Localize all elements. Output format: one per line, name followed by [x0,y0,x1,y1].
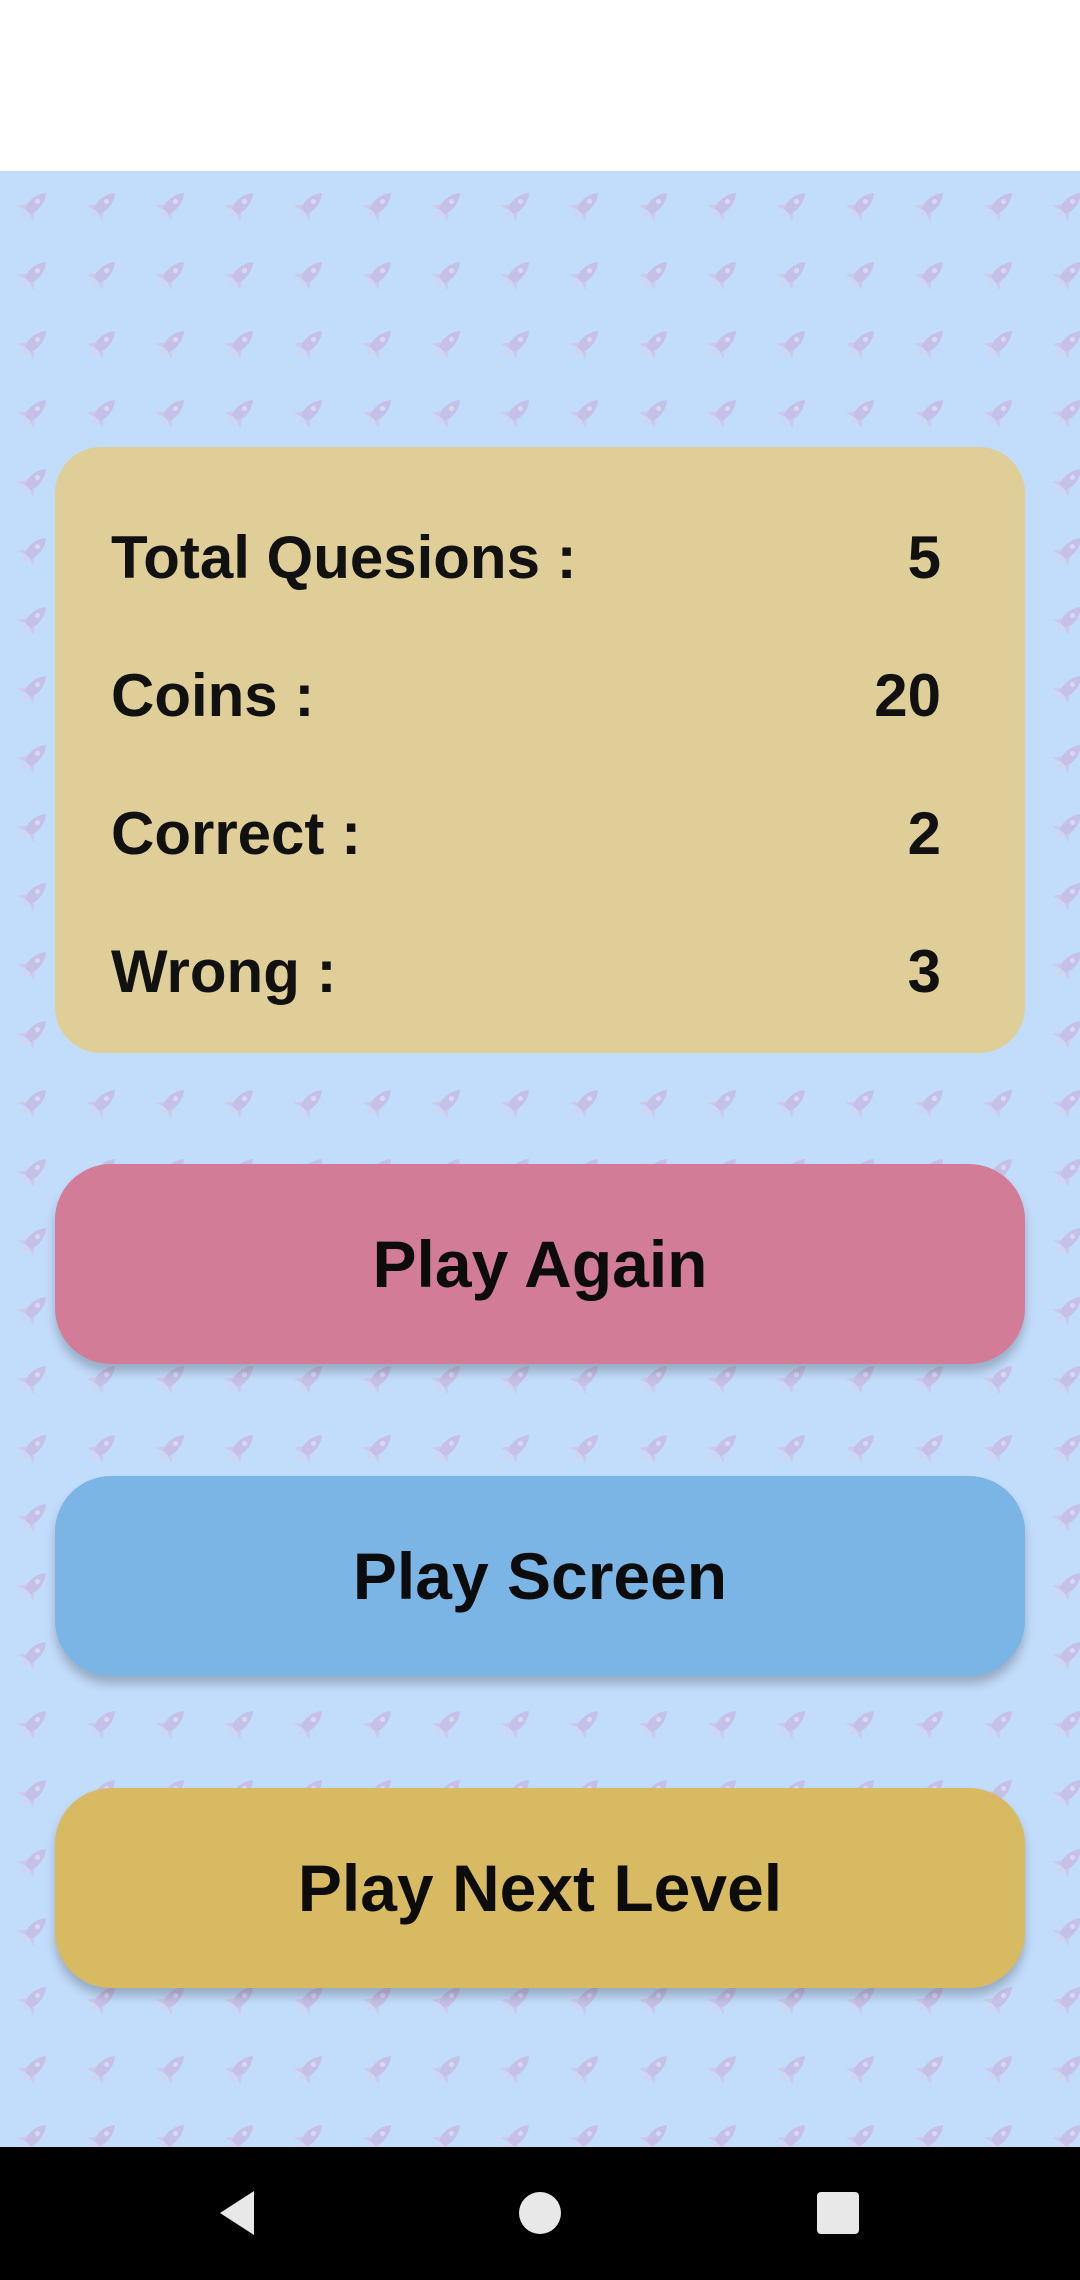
stats-card: Total Quesions : 5 Coins : 20 Correct : … [55,447,1025,1053]
status-bar [0,0,1080,171]
stat-label-correct: Correct : [111,799,362,867]
stat-value-coins: 20 [874,661,941,729]
stat-row-coins: Coins : 20 [111,655,941,735]
play-next-level-button[interactable]: Play Next Level [55,1788,1025,1988]
play-again-button[interactable]: Play Again [55,1164,1025,1364]
stat-value-total-questions: 5 [907,523,941,591]
navigation-bar [0,2147,1080,2280]
results-screen: Total Quesions : 5 Coins : 20 Correct : … [0,0,1080,2280]
stat-row-wrong: Wrong : 3 [111,931,941,1011]
stat-label-wrong: Wrong : [111,937,337,1005]
back-triangle-icon [220,2191,254,2235]
recents-square-icon [817,2192,859,2234]
nav-home-button[interactable] [490,2163,590,2263]
stat-value-wrong: 3 [907,937,941,1005]
nav-recents-button[interactable] [788,2163,888,2263]
play-screen-button[interactable]: Play Screen [55,1476,1025,1676]
stat-value-correct: 2 [907,799,941,867]
stat-label-total-questions: Total Quesions : [111,523,577,591]
results-content: Total Quesions : 5 Coins : 20 Correct : … [0,171,1080,2147]
stat-row-correct: Correct : 2 [111,793,941,873]
stat-label-coins: Coins : [111,661,315,729]
stat-row-total-questions: Total Quesions : 5 [111,517,941,597]
nav-back-button[interactable] [190,2163,290,2263]
home-circle-icon [519,2192,561,2234]
